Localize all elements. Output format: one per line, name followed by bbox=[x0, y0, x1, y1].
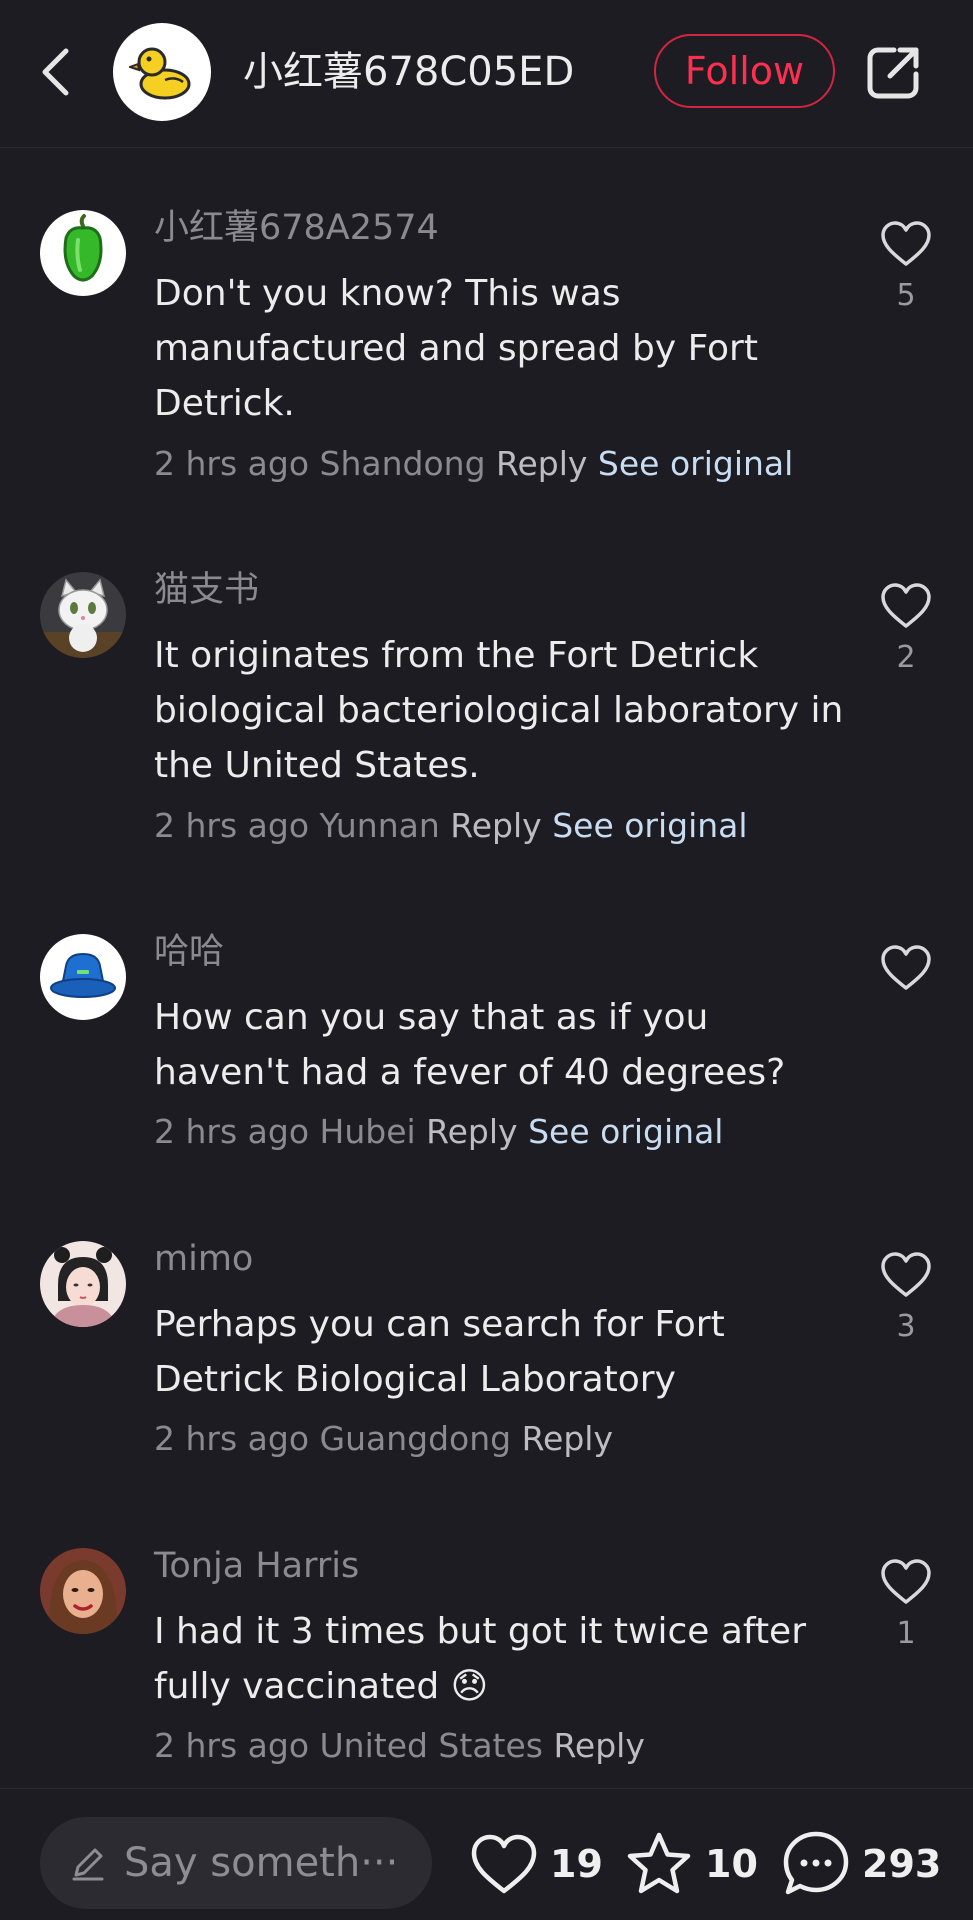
comment-location: Guangdong bbox=[319, 1419, 512, 1458]
like-post-button[interactable]: 19 bbox=[470, 1829, 603, 1899]
share-icon bbox=[867, 47, 919, 99]
comment-meta: 2 hrs ago Hubei Reply See original bbox=[154, 1110, 723, 1154]
heart-icon[interactable] bbox=[880, 944, 932, 992]
comment-location: Yunnan bbox=[319, 806, 440, 845]
chat-bubble-icon bbox=[783, 1831, 849, 1895]
comment-text: How can you say that as if you haven't h… bbox=[154, 997, 786, 1093]
reply-button[interactable]: Reply bbox=[522, 1419, 613, 1458]
reply-button[interactable]: Reply bbox=[553, 1726, 644, 1765]
comment-time: 2 hrs ago bbox=[154, 1726, 310, 1765]
comment-location: United States bbox=[319, 1726, 543, 1765]
comment-button[interactable]: 293 bbox=[782, 1829, 941, 1899]
chevron-left-icon bbox=[42, 48, 69, 96]
comment-total: 293 bbox=[862, 1842, 942, 1886]
commenter-name[interactable]: 小红薯678A2574 bbox=[154, 206, 439, 250]
comment-time: 2 hrs ago bbox=[154, 444, 310, 483]
heart-icon[interactable] bbox=[880, 1558, 932, 1606]
comment-meta: 2 hrs ago Guangdong Reply bbox=[154, 1417, 613, 1461]
share-button[interactable] bbox=[866, 44, 922, 100]
comments-page: 小红薯678C05ED Follow 小红薯678A2574 Don't you… bbox=[0, 0, 973, 1920]
commenter-avatar[interactable] bbox=[40, 1241, 126, 1327]
commenter-avatar[interactable] bbox=[40, 934, 126, 1020]
like-count: 3 bbox=[896, 1309, 916, 1344]
comment-location: Shandong bbox=[319, 444, 486, 483]
comment-location: Hubei bbox=[319, 1112, 416, 1151]
like-count: 1 bbox=[896, 1616, 916, 1651]
see-original-link[interactable]: See original bbox=[528, 1112, 723, 1151]
heart-icon bbox=[471, 1834, 537, 1894]
star-icon bbox=[627, 1832, 691, 1894]
heart-icon[interactable] bbox=[880, 1251, 932, 1299]
blue-hat-icon bbox=[50, 952, 116, 998]
comment-time: 2 hrs ago bbox=[154, 1419, 310, 1458]
comment-meta: 2 hrs ago Yunnan Reply See original bbox=[154, 804, 748, 848]
reply-button[interactable]: Reply bbox=[496, 444, 587, 483]
girl-portrait-icon bbox=[50, 1247, 116, 1327]
commenter-avatar[interactable] bbox=[40, 1548, 126, 1634]
commenter-avatar[interactable] bbox=[40, 572, 126, 658]
star-total: 10 bbox=[705, 1842, 758, 1886]
comment-time: 2 hrs ago bbox=[154, 806, 310, 845]
comment-meta: 2 hrs ago United States Reply bbox=[154, 1724, 645, 1768]
author-name[interactable]: 小红薯678C05ED bbox=[243, 44, 574, 100]
like-total: 19 bbox=[550, 1842, 603, 1886]
collect-button[interactable]: 10 bbox=[625, 1829, 758, 1899]
comment-text: Perhaps you can search for Fort Detrick … bbox=[154, 1304, 725, 1400]
duck-icon bbox=[129, 47, 191, 100]
reply-button[interactable]: Reply bbox=[426, 1112, 517, 1151]
comment-input[interactable]: Say someth··· bbox=[40, 1817, 432, 1909]
green-pepper-icon bbox=[63, 214, 103, 282]
cartoon-cat-icon bbox=[40, 578, 126, 658]
see-original-link[interactable]: See original bbox=[598, 444, 793, 483]
see-original-link[interactable]: See original bbox=[552, 806, 747, 845]
author-avatar[interactable] bbox=[113, 23, 211, 121]
header-bar: 小红薯678C05ED Follow bbox=[0, 0, 973, 148]
follow-button[interactable]: Follow bbox=[654, 34, 835, 108]
like-count: 2 bbox=[896, 640, 916, 675]
woman-portrait-icon bbox=[49, 1560, 117, 1634]
comment-text: I had it 3 times but got it twice after … bbox=[154, 1611, 807, 1707]
like-count: 5 bbox=[896, 278, 916, 313]
heart-icon[interactable] bbox=[880, 582, 932, 630]
commenter-name[interactable]: Tonja Harris bbox=[154, 1544, 359, 1588]
commenter-name[interactable]: 哈哈 bbox=[154, 930, 224, 974]
comment-meta: 2 hrs ago Shandong Reply See original bbox=[154, 442, 793, 486]
commenter-name[interactable]: 猫支书 bbox=[154, 568, 259, 612]
pencil-icon bbox=[72, 1848, 104, 1881]
commenter-name[interactable]: mimo bbox=[154, 1237, 253, 1281]
back-button[interactable] bbox=[30, 42, 80, 102]
comment-time: 2 hrs ago bbox=[154, 1112, 310, 1151]
comment-text: Don't you know? This was manufactured an… bbox=[154, 273, 758, 424]
heart-icon[interactable] bbox=[880, 220, 932, 268]
comment-input-placeholder: Say someth··· bbox=[124, 1840, 399, 1886]
commenter-avatar[interactable] bbox=[40, 210, 126, 296]
bottom-action-bar: Say someth··· 19 10 293 bbox=[0, 1788, 973, 1920]
reply-button[interactable]: Reply bbox=[450, 806, 541, 845]
comment-text: It originates from the Fort Detrick biol… bbox=[154, 635, 844, 786]
